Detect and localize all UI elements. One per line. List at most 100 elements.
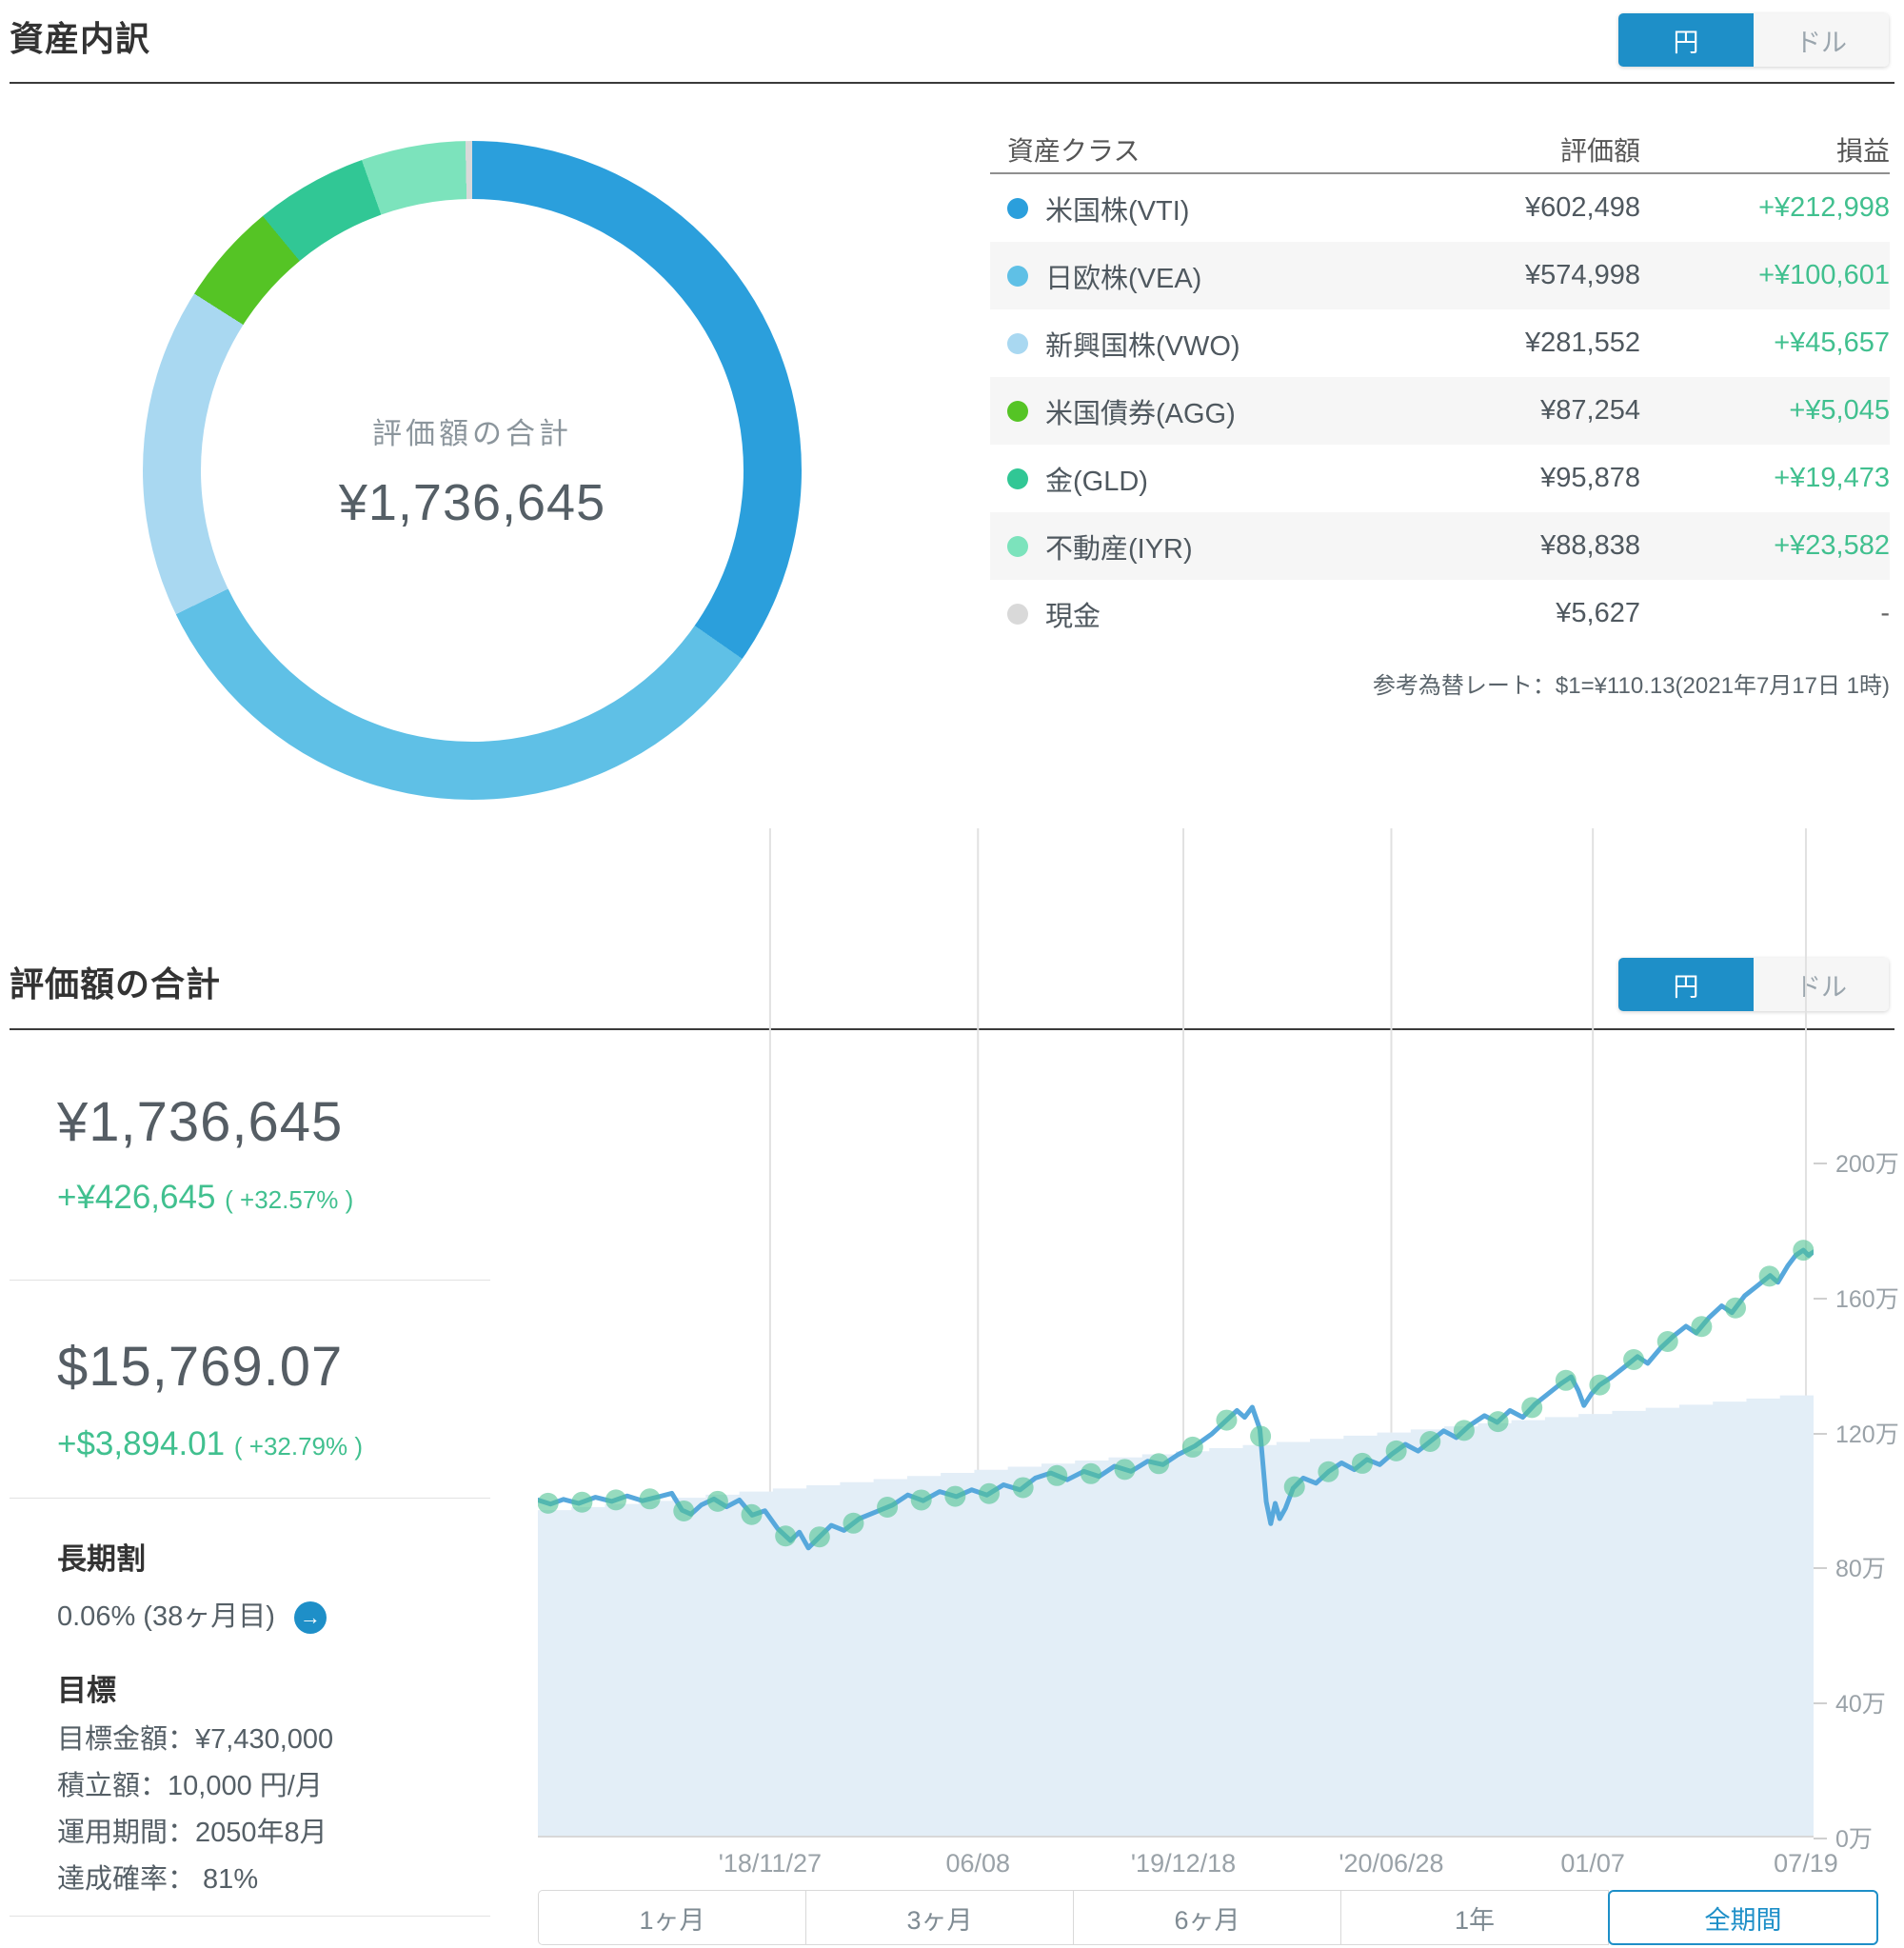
asset-color-dot-icon [1007, 332, 1028, 354]
asset-table-row: 金(GLD) ¥95,878 +¥19,473 [990, 445, 1890, 512]
donut-center-label: 評価額の合計 [372, 416, 572, 450]
y-axis-label: 0万 [1835, 1826, 1873, 1853]
asset-color-dot-icon [1007, 535, 1028, 557]
gain-percent-usd: ( +32.79% ) [233, 1432, 364, 1461]
x-axis-label: 01/07 [1560, 1849, 1625, 1878]
deposit-marker-dot [1250, 1425, 1272, 1447]
deposit-marker-dot [775, 1525, 797, 1547]
asset-name: 不動産(IYR) [1045, 533, 1193, 565]
deposit-marker-dot [1691, 1316, 1713, 1338]
portfolio-performance-chart [538, 828, 1814, 1838]
x-axis-label: 06/08 [945, 1849, 1011, 1878]
asset-gain: +¥5,045 [1789, 395, 1890, 426]
asset-name: 日欧株(VEA) [1045, 263, 1202, 294]
asset-table-row: 米国債券(AGG) ¥87,254 +¥5,045 [990, 377, 1890, 445]
toggle-yen-button[interactable]: 円 [1618, 13, 1754, 67]
y-axis-tick [1814, 1432, 1827, 1435]
deposit-marker-dot [1521, 1397, 1543, 1419]
asset-label: 現金 [990, 594, 1374, 634]
gain-amount-usd: +$3,894.01 [57, 1425, 226, 1462]
deposit-marker-dot [741, 1503, 763, 1525]
asset-gain: +¥45,657 [1774, 328, 1890, 358]
asset-color-dot-icon [1007, 265, 1028, 287]
deposit-marker-dot [673, 1500, 695, 1521]
goal-probability: 達成確率： 81% [57, 1864, 259, 1895]
goal-monthly-deposit: 積立額：10,000 円/月 [57, 1771, 323, 1801]
longterm-discount-title: 長期割 [57, 1542, 146, 1576]
header-asset-class: 資産クラス [1007, 136, 1140, 166]
asset-name: 現金 [1045, 601, 1101, 632]
asset-value: ¥95,878 [1540, 463, 1640, 493]
period-button-3ヶ月[interactable]: 3ヶ月 [805, 1890, 1074, 1945]
asset-name: 米国株(VTI) [1045, 195, 1190, 227]
x-axis-label: '20/06/28 [1339, 1849, 1444, 1878]
asset-gain: - [1880, 598, 1890, 628]
deposit-marker-dot [1148, 1453, 1170, 1475]
total-value-usd: $15,769.07 [57, 1336, 344, 1398]
toggle-dollar-button[interactable]: ドル [1754, 13, 1889, 67]
total-gain-usd: +$3,894.01 ( +32.79% ) [57, 1425, 363, 1463]
asset-color-dot-icon [1007, 400, 1028, 422]
stats-divider-1 [10, 1280, 490, 1281]
asset-color-dot-icon [1007, 197, 1028, 219]
deposit-marker-dot [1758, 1265, 1780, 1287]
period-button-1年[interactable]: 1年 [1340, 1890, 1609, 1945]
period-button-1ヶ月[interactable]: 1ヶ月 [538, 1890, 806, 1945]
y-axis-label: 160万 [1835, 1285, 1899, 1313]
goal-target-amount: 目標金額：¥7,430,000 [57, 1724, 334, 1755]
asset-gain: +¥212,998 [1758, 192, 1890, 223]
period-button-6ヶ月[interactable]: 6ヶ月 [1073, 1890, 1341, 1945]
longterm-discount-row: 0.06% (38ヶ月目) → [57, 1594, 327, 1635]
deposit-marker-dot [1283, 1476, 1305, 1498]
period-selector[interactable]: 1ヶ月 3ヶ月 6ヶ月 1年 全期間 [538, 1890, 1878, 1945]
y-axis-tick [1814, 1838, 1827, 1839]
goal-period: 運用期間：2050年8月 [57, 1818, 327, 1848]
y-axis-tick [1814, 1567, 1827, 1570]
deposit-marker-dot [1589, 1374, 1611, 1396]
period-button-全期間[interactable]: 全期間 [1608, 1890, 1878, 1945]
deposit-marker-dot [877, 1497, 899, 1519]
longterm-detail-arrow-icon[interactable]: → [293, 1601, 327, 1635]
asset-table-row: 新興国株(VWO) ¥281,552 +¥45,657 [990, 309, 1890, 377]
stats-divider-2 [10, 1498, 490, 1499]
header-gain: 損益 [1835, 136, 1890, 166]
asset-label: 米国債券(AGG) [990, 391, 1374, 431]
asset-name: 金(GLD) [1045, 466, 1148, 497]
principal-area [538, 1395, 1814, 1838]
asset-label: 米国株(VTI) [990, 189, 1374, 229]
deposit-marker-dot [1352, 1452, 1374, 1474]
y-axis-label: 200万 [1835, 1150, 1899, 1178]
currency-toggle-assets[interactable]: 円 ドル [1618, 13, 1889, 67]
donut-center: 評価額の合計 ¥1,736,645 [143, 141, 802, 800]
total-gain-yen: +¥426,645 ( +32.57% ) [57, 1179, 353, 1217]
asset-label: 不動産(IYR) [990, 527, 1374, 567]
asset-table-row: 不動産(IYR) ¥88,838 +¥23,582 [990, 512, 1890, 580]
x-axis-label: 07/19 [1774, 1849, 1838, 1878]
y-axis-tick [1814, 1162, 1827, 1164]
stats-divider-3 [10, 1916, 490, 1917]
longterm-discount-value: 0.06% (38ヶ月目) [57, 1601, 275, 1632]
deposit-marker-dot [1216, 1409, 1238, 1431]
asset-label: 新興国株(VWO) [990, 324, 1374, 364]
asset-value: ¥88,838 [1540, 530, 1640, 561]
total-value-yen: ¥1,736,645 [57, 1091, 344, 1153]
asset-value: ¥87,254 [1540, 395, 1640, 426]
deposit-marker-dot [1725, 1297, 1747, 1319]
deposit-marker-dot [605, 1489, 626, 1511]
gain-percent-yen: ( +32.57% ) [225, 1185, 354, 1214]
deposit-marker-dot [1656, 1330, 1678, 1352]
deposit-marker-dot [1318, 1461, 1339, 1482]
asset-value: ¥281,552 [1525, 328, 1640, 358]
section-divider [10, 82, 1894, 84]
asset-color-dot-icon [1007, 467, 1028, 489]
deposit-marker-dot [944, 1485, 966, 1507]
deposit-marker-dot [639, 1488, 661, 1510]
asset-value: ¥574,998 [1525, 260, 1640, 290]
assets-section-title: 資産内訳 [10, 19, 151, 58]
y-axis-tick [1814, 1297, 1827, 1300]
asset-table-header: 資産クラス 評価額 損益 [990, 127, 1890, 172]
asset-label: 金(GLD) [990, 459, 1374, 499]
y-axis-tick [1814, 1702, 1827, 1705]
y-axis-label: 80万 [1835, 1556, 1886, 1583]
gain-amount-yen: +¥426,645 [57, 1179, 216, 1216]
